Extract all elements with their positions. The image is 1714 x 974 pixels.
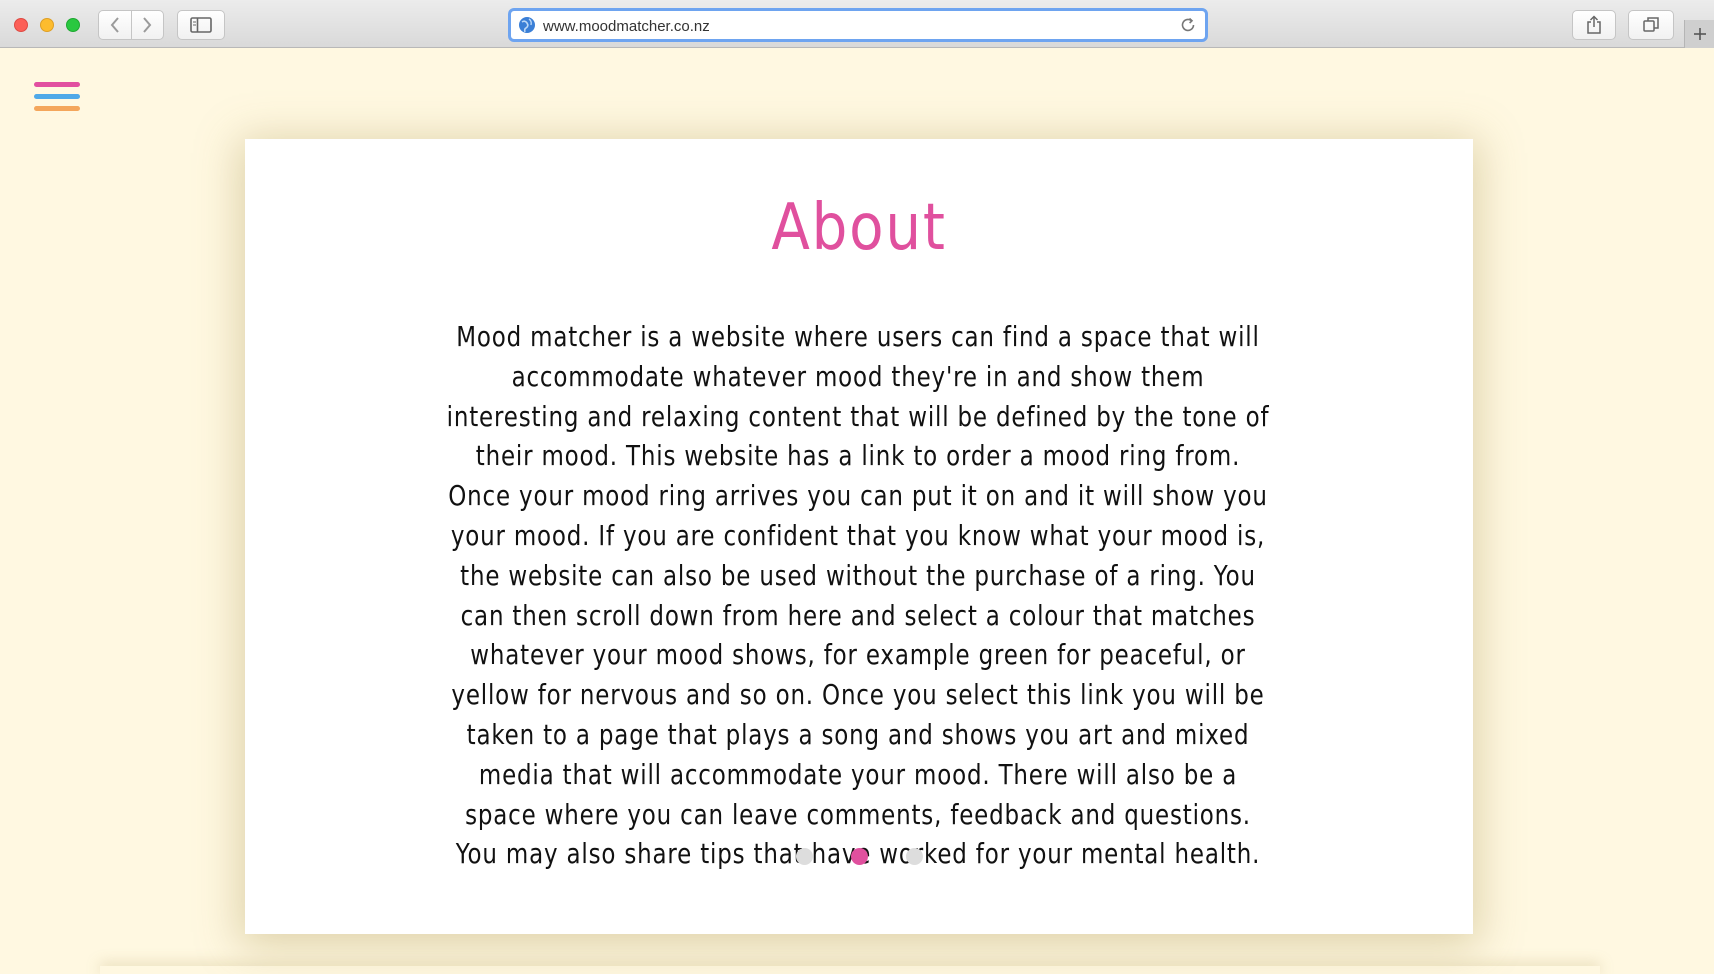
chevron-left-icon xyxy=(110,17,119,33)
menu-line xyxy=(34,94,80,99)
next-section-edge xyxy=(100,966,1600,974)
browser-toolbar: www.moodmatcher.co.nz xyxy=(0,0,1714,48)
hamburger-menu-icon[interactable] xyxy=(34,82,80,114)
sidebar-icon xyxy=(190,17,212,33)
share-button[interactable] xyxy=(1572,10,1616,40)
about-description: Mood matcher is a website where users ca… xyxy=(446,320,1270,871)
tab-overview-button[interactable] xyxy=(1628,10,1674,40)
about-title: About xyxy=(771,191,947,265)
back-button[interactable] xyxy=(99,11,131,39)
forward-button[interactable] xyxy=(130,11,164,39)
address-bar[interactable]: www.moodmatcher.co.nz xyxy=(508,8,1208,42)
carousel-dot[interactable] xyxy=(905,848,923,865)
menu-line xyxy=(34,82,80,87)
menu-line xyxy=(34,106,80,111)
reload-icon[interactable] xyxy=(1179,16,1197,34)
new-tab-button[interactable] xyxy=(1684,20,1714,48)
chevron-right-icon xyxy=(143,17,152,33)
globe-icon xyxy=(519,17,535,33)
zoom-window-button[interactable] xyxy=(66,18,80,32)
url-text[interactable]: www.moodmatcher.co.nz xyxy=(543,18,710,35)
share-icon xyxy=(1587,15,1601,34)
tabs-overview-icon xyxy=(1643,17,1659,32)
plus-icon xyxy=(1693,28,1706,40)
close-window-button[interactable] xyxy=(14,18,28,32)
navigation-buttons xyxy=(98,10,164,40)
carousel-dot[interactable] xyxy=(795,848,813,865)
carousel-dot[interactable] xyxy=(850,848,868,865)
carousel-indicators xyxy=(245,848,1473,865)
about-card: About Mood matcher is a website where us… xyxy=(245,139,1473,934)
sidebar-toggle-button[interactable] xyxy=(177,10,225,40)
minimize-window-button[interactable] xyxy=(40,18,54,32)
